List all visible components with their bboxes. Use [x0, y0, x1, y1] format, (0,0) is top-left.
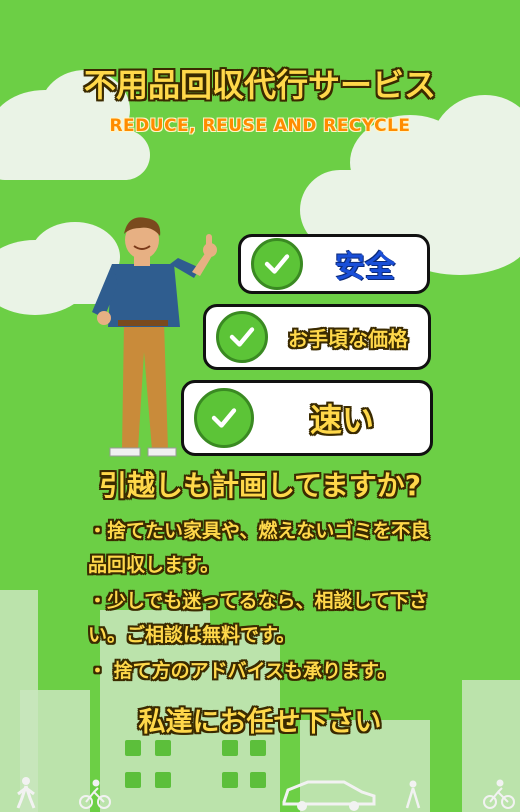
badge-fast: 速い	[181, 380, 433, 456]
badge-label-fast: 速い	[309, 401, 374, 439]
badge-label-safe: 安全	[335, 250, 395, 285]
badge-affordable: お手頃な価格	[203, 304, 431, 370]
service-description-3: ・ 捨て方のアドバイスも承ります。	[88, 660, 397, 682]
badge-label-affordable: お手頃な価格	[288, 326, 408, 351]
badge-safe: 安全	[238, 234, 430, 294]
cyclist-icon	[483, 779, 515, 809]
pedestrian-icon	[405, 780, 421, 809]
cyclist-icon	[79, 779, 111, 809]
pedestrian-icon	[16, 777, 36, 809]
call-to-action: 私達にお任せ下さい	[138, 707, 382, 738]
service-description-1: ・捨てたい家具や、燃えないゴミを不良品回収します。	[88, 520, 430, 576]
check-icon	[216, 311, 268, 363]
page-title: 不用品回収代行サービス	[83, 66, 436, 104]
check-icon	[251, 238, 303, 290]
page-subtitle: REDUCE, REUSE AND RECYCLE	[109, 116, 411, 136]
check-icon	[194, 388, 254, 448]
service-description-2: ・少しでも迷ってるなら、相談して下さい。ご相談は無料です。	[88, 590, 428, 646]
moving-question: 引越しも計画してますか?	[98, 469, 421, 502]
car-icon	[282, 780, 376, 811]
